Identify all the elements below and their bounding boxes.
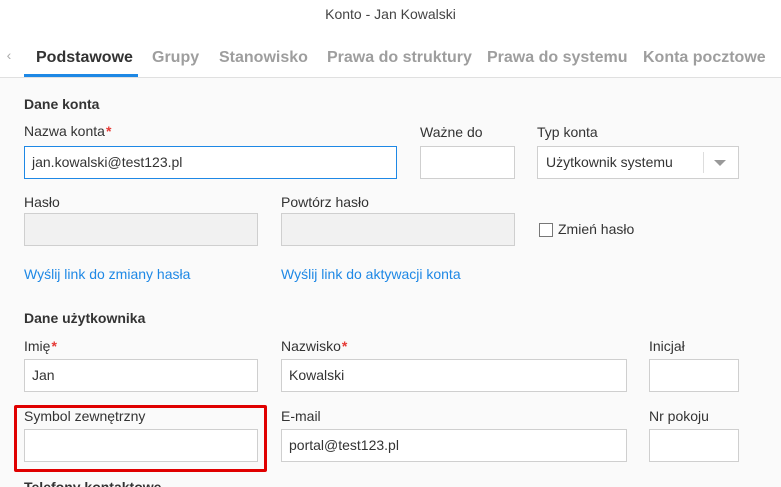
room-label: Nr pokoju: [649, 408, 709, 424]
tab-bar: ‹ Podstawowe Grupy Stanowisko Prawa do s…: [0, 32, 781, 78]
required-asterisk-icon: *: [105, 123, 112, 139]
password-repeat-input[interactable]: [281, 213, 515, 246]
last-name-input[interactable]: Kowalski: [281, 359, 627, 392]
valid-to-input[interactable]: [420, 146, 515, 179]
tab-podstawowe[interactable]: Podstawowe: [36, 49, 133, 67]
required-asterisk-icon: *: [51, 338, 57, 354]
change-password-label: Zmień hasło: [558, 221, 635, 237]
tab-prawa-do-struktury[interactable]: Prawa do struktury: [327, 49, 472, 67]
account-type-select[interactable]: Użytkownik systemu: [537, 146, 739, 179]
chevron-down-icon[interactable]: [714, 160, 726, 166]
active-tab-indicator: [24, 74, 138, 77]
tab-grupy[interactable]: Grupy: [152, 49, 199, 67]
password-repeat-label: Powtórz hasło: [281, 194, 369, 210]
login-label: Nazwa konta*: [24, 123, 112, 139]
section-title-contact: Telefony kontaktowe: [24, 479, 162, 487]
login-input[interactable]: jan.kowalski@test123.pl: [24, 146, 397, 179]
window-title: Konto - Jan Kowalski: [325, 6, 456, 22]
first-name-input[interactable]: Jan: [24, 359, 258, 392]
initial-input[interactable]: [649, 359, 739, 392]
tab-prawa-do-systemu[interactable]: Prawa do systemu: [487, 49, 628, 67]
email-input[interactable]: portal@test123.pl: [281, 429, 627, 462]
window-title-bar: Konto - Jan Kowalski: [0, 0, 781, 32]
change-password-checkbox[interactable]: [539, 223, 553, 237]
last-name-label: Nazwisko*: [281, 338, 348, 354]
chevron-left-icon[interactable]: ‹: [2, 46, 16, 64]
tab-konta-pocztowe[interactable]: Konta pocztowe: [643, 49, 766, 67]
initial-label: Inicjał: [649, 338, 685, 354]
valid-to-label: Ważne do: [420, 124, 483, 140]
section-title-user: Dane użytkownika: [24, 310, 146, 326]
required-asterisk-icon: *: [341, 338, 348, 354]
section-title-account: Dane konta: [24, 96, 100, 112]
password-label: Hasło: [24, 194, 60, 210]
room-input[interactable]: [649, 429, 739, 462]
send-reset-link[interactable]: Wyślij link do zmiany hasła: [24, 266, 190, 282]
send-activation-link[interactable]: Wyślij link do aktywacji konta: [281, 266, 461, 282]
account-type-value: Użytkownik systemu: [546, 154, 673, 170]
select-divider: [703, 152, 704, 173]
password-input[interactable]: [24, 213, 258, 246]
account-type-label: Typ konta: [537, 124, 598, 140]
highlight-annotation: [14, 405, 267, 472]
first-name-label: Imię*: [24, 338, 57, 354]
email-label: E-mail: [281, 408, 321, 424]
tab-stanowisko[interactable]: Stanowisko: [219, 49, 308, 67]
